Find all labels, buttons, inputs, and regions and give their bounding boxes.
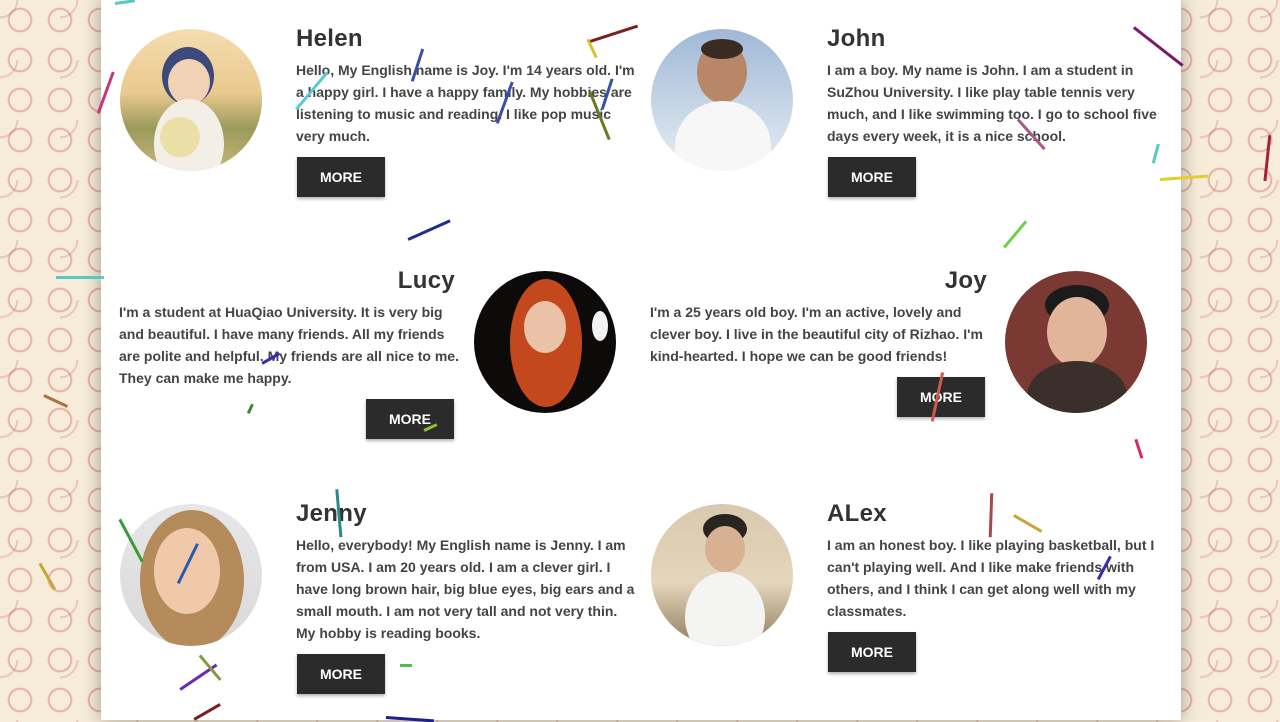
profile-description: Hello, My English name is Joy. I'm 14 ye… [296, 62, 635, 144]
profile-description: I am a boy. My name is John. I am a stud… [827, 62, 1157, 144]
avatar-lucy [474, 271, 616, 413]
profile-description: I'm a student at HuaQiao University. It … [119, 304, 459, 386]
profile-description: I am an honest boy. I like playing baske… [827, 537, 1155, 619]
more-button[interactable]: MORE [897, 377, 985, 417]
profile-card-lucy: Lucy I'm a student at HuaQiao University… [101, 240, 641, 470]
avatar-jenny [120, 504, 262, 646]
profile-description: I'm a 25 years old boy. I'm an active, l… [650, 304, 983, 364]
confetti-streak [38, 562, 57, 590]
more-button[interactable]: MORE [297, 654, 385, 694]
profile-name: Helen [296, 25, 363, 52]
profile-name: ALex [827, 500, 887, 527]
profile-description: Hello, everybody! My English name is Jen… [296, 537, 635, 641]
profile-card-joy: Joy I'm a 25 years old boy. I'm an activ… [641, 240, 1181, 470]
profile-name: Joy [944, 267, 987, 294]
confetti-streak [56, 276, 104, 279]
avatar-alex [651, 504, 793, 646]
content-panel: Helen Hello, My English name is Joy. I'm… [101, 0, 1181, 720]
profile-card-helen: Helen Hello, My English name is Joy. I'm… [101, 0, 641, 220]
more-button[interactable]: MORE [828, 157, 916, 197]
avatar-helen [120, 29, 262, 171]
more-button[interactable]: MORE [297, 157, 385, 197]
profile-card-alex: ALex I am an honest boy. I like playing … [641, 480, 1181, 720]
more-button[interactable]: MORE [366, 399, 454, 439]
profile-card-jenny: Jenny Hello, everybody! My English name … [101, 480, 641, 720]
confetti-streak [43, 394, 69, 408]
confetti-streak [1263, 135, 1272, 182]
profile-name: Lucy [397, 267, 455, 294]
more-button[interactable]: MORE [828, 632, 916, 672]
profile-card-john: John I am a boy. My name is John. I am a… [641, 0, 1181, 220]
profile-name: John [827, 25, 886, 52]
profile-name: Jenny [296, 500, 367, 527]
avatar-john [651, 29, 793, 171]
avatar-joy [1005, 271, 1147, 413]
